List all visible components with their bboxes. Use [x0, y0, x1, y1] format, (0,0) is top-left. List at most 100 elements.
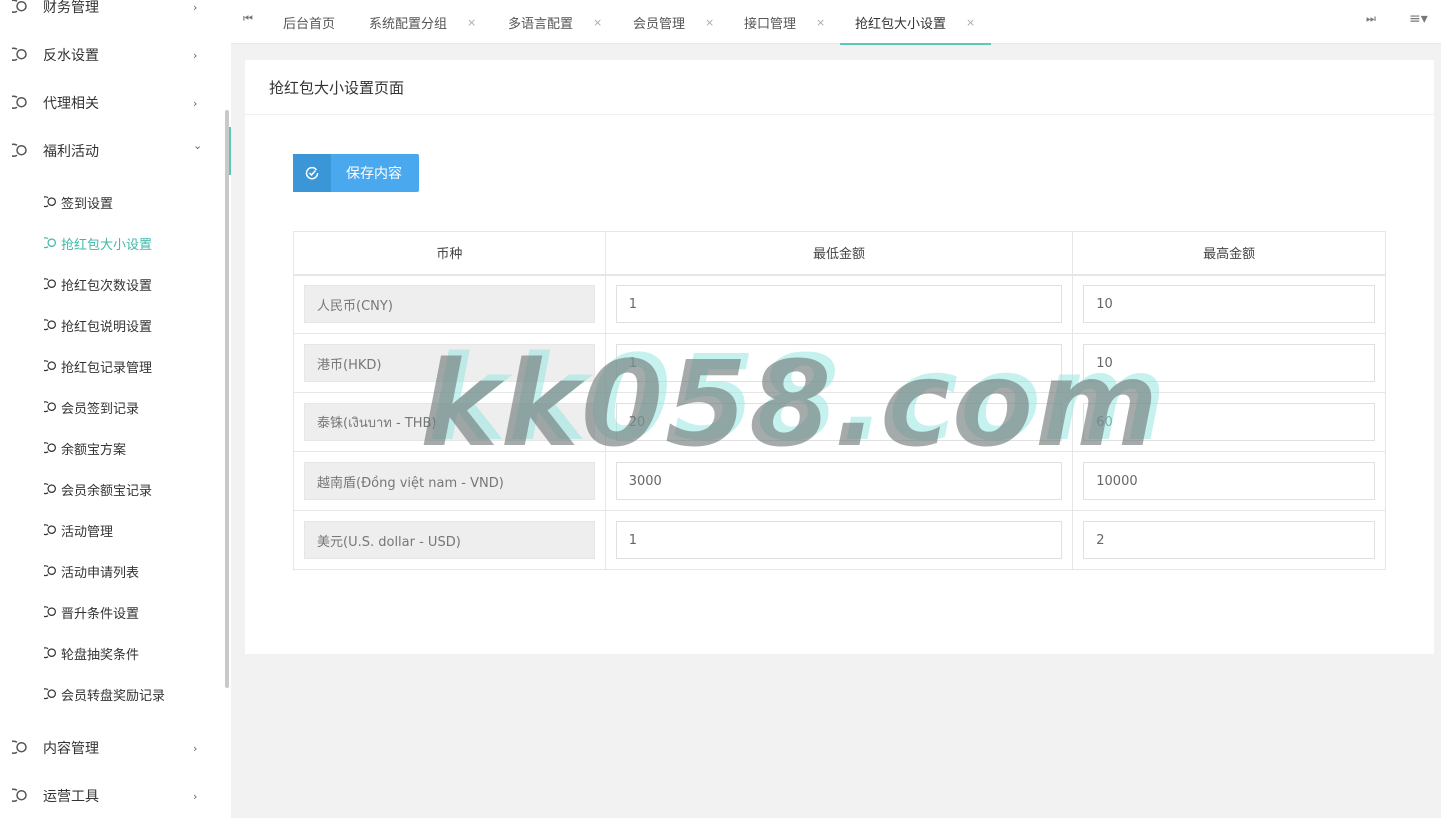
sidebar-item-label: 轮盘抽奖条件	[61, 648, 140, 663]
tab-scroll-left-icon[interactable]: ⏮	[243, 12, 253, 26]
tab-label: 会员管理	[633, 16, 686, 32]
sidebar-item-member-signin-log[interactable]: 会员签到记录	[0, 387, 225, 428]
sidebar-item-label: 活动管理	[61, 525, 114, 540]
circle-icon	[44, 523, 56, 535]
sidebar-item-label: 抢红包大小设置	[61, 238, 153, 253]
min-amount-input[interactable]: 1	[615, 521, 1063, 559]
sidebar-item-yuebao-plan[interactable]: 余额宝方案	[0, 428, 225, 469]
circle-icon	[44, 564, 56, 576]
max-amount-input[interactable]: 60	[1083, 403, 1375, 441]
sidebar-scrollbar[interactable]	[225, 110, 229, 688]
circle-icon	[44, 318, 56, 330]
max-amount-input[interactable]: 10	[1083, 285, 1375, 324]
currency-field: 港币(HKD)	[304, 344, 595, 382]
tab-redpacket-size[interactable]: 抢红包大小设置 ×	[839, 0, 992, 45]
tab-menu-icon[interactable]: ≡▾	[1409, 11, 1428, 27]
tab-language[interactable]: 多语言配置 ×	[508, 0, 602, 44]
close-icon[interactable]: ×	[593, 16, 602, 29]
chevron-right-icon: ›	[193, 96, 198, 110]
sidebar-item-redpacket-desc[interactable]: 抢红包说明设置	[0, 305, 225, 346]
sidebar-item-label: 会员余额宝记录	[61, 484, 153, 499]
table-row: 美元(U.S. dollar - USD) 1 2	[293, 510, 1386, 570]
chevron-down-icon: ⌄	[193, 139, 203, 152]
circle-icon	[44, 687, 56, 699]
tab-member[interactable]: 会员管理 ×	[633, 0, 714, 44]
sidebar-item-signin[interactable]: 签到设置	[0, 182, 225, 223]
table-row: 越南盾(Đồng việt nam - VND) 3000 10000	[293, 451, 1386, 511]
circle-icon	[44, 277, 56, 289]
circle-icon	[44, 236, 56, 248]
circle-icon	[44, 646, 56, 658]
currency-field: 人民币(CNY)	[304, 285, 595, 324]
table-header-row: 币种 最低金额 最高金额	[293, 231, 1386, 276]
sidebar-item-yuebao-log[interactable]: 会员余额宝记录	[0, 469, 225, 510]
tab-label: 抢红包大小设置	[855, 16, 947, 32]
column-header-min: 最低金额	[604, 231, 1074, 276]
sidebar-item-activity-manage[interactable]: 活动管理	[0, 510, 225, 551]
circle-icon	[12, 788, 27, 802]
sidebar-item-activity-apply[interactable]: 活动申请列表	[0, 551, 225, 592]
min-amount-input[interactable]: 1	[615, 285, 1063, 324]
currency-field: 泰铢(เงินบาท - THB)	[304, 403, 595, 441]
chevron-right-icon: ›	[193, 0, 198, 14]
tab-bar: ⏮ 后台首页 系统配置分组 × 多语言配置 × 会员管理 × 接口管理 × 抢红…	[231, 0, 1441, 45]
menu-label: 福利活动	[43, 144, 99, 160]
chevron-right-icon: ›	[193, 741, 198, 755]
sidebar-item-redpacket-log[interactable]: 抢红包记录管理	[0, 346, 225, 387]
circle-icon	[44, 195, 56, 207]
column-header-max: 最高金额	[1072, 231, 1386, 276]
menu-finance[interactable]: 财务管理 ›	[0, 0, 225, 31]
sidebar-item-wheel-reward-log[interactable]: 会员转盘奖励记录	[0, 674, 225, 715]
circle-icon	[44, 359, 56, 371]
max-amount-input[interactable]: 2	[1083, 521, 1375, 559]
sidebar-item-label: 活动申请列表	[61, 566, 140, 581]
menu-label: 反水设置	[43, 48, 99, 64]
menu-rebate[interactable]: 反水设置 ›	[0, 31, 225, 79]
menu-content[interactable]: 内容管理 ›	[0, 724, 225, 772]
close-icon[interactable]: ×	[816, 16, 825, 29]
circle-icon	[12, 740, 27, 754]
max-amount-input[interactable]: 10	[1083, 344, 1375, 382]
circle-icon	[44, 482, 56, 494]
table-row: 人民币(CNY) 1 10	[293, 274, 1386, 334]
menu-agent[interactable]: 代理相关 ›	[0, 79, 225, 127]
menu-label: 运营工具	[43, 789, 99, 805]
tab-label: 后台首页	[283, 16, 336, 32]
tab-config-group[interactable]: 系统配置分组 ×	[369, 0, 476, 44]
currency-field: 越南盾(Đồng việt nam - VND)	[304, 462, 595, 500]
currency-field: 美元(U.S. dollar - USD)	[304, 521, 595, 559]
menu-operations[interactable]: 运营工具 ›	[0, 772, 225, 818]
sidebar-item-label: 抢红包说明设置	[61, 320, 153, 335]
content-card: 抢红包大小设置页面 保存内容 币种 最低金额 最高金额 人民币(CNY) 1 1…	[245, 60, 1434, 654]
menu-label: 内容管理	[43, 741, 99, 757]
sidebar-item-wheel-condition[interactable]: 轮盘抽奖条件	[0, 633, 225, 674]
close-icon[interactable]: ×	[705, 16, 714, 29]
sidebar-item-redpacket-size[interactable]: 抢红包大小设置	[0, 223, 225, 264]
column-header-currency: 币种	[293, 231, 606, 276]
sidebar-item-label: 会员转盘奖励记录	[61, 689, 166, 704]
tab-scroll-right-icon[interactable]: ⏭	[1366, 12, 1376, 26]
save-button-label: 保存内容	[346, 166, 402, 182]
page-title: 抢红包大小设置页面	[245, 60, 1434, 115]
circle-icon	[12, 0, 27, 13]
sidebar-item-label: 抢红包记录管理	[61, 361, 153, 376]
tab-interface[interactable]: 接口管理 ×	[744, 0, 825, 44]
circle-icon	[44, 400, 56, 412]
menu-welfare[interactable]: 福利活动 ⌄	[0, 127, 231, 175]
tab-home[interactable]: 后台首页	[283, 0, 335, 44]
min-amount-input[interactable]: 3000	[615, 462, 1063, 500]
close-icon[interactable]: ×	[966, 16, 975, 29]
table-row: 泰铢(เงินบาท - THB) 20 60	[293, 392, 1386, 452]
circle-icon	[12, 143, 27, 157]
sidebar-item-label: 抢红包次数设置	[61, 279, 153, 294]
chevron-right-icon: ›	[193, 48, 198, 62]
sidebar-item-redpacket-count[interactable]: 抢红包次数设置	[0, 264, 225, 305]
sidebar-item-promotion[interactable]: 晋升条件设置	[0, 592, 225, 633]
min-amount-input[interactable]: 20	[615, 403, 1063, 441]
save-button[interactable]: 保存内容	[293, 154, 419, 192]
min-amount-input[interactable]: 1	[615, 344, 1063, 382]
close-icon[interactable]: ×	[467, 16, 476, 29]
table-row: 港币(HKD) 1 10	[293, 333, 1386, 393]
sidebar: 财务管理 › 反水设置 › 代理相关 › 福利活动 ⌄ 签到设置 抢红包大小设置…	[0, 0, 231, 818]
max-amount-input[interactable]: 10000	[1083, 462, 1375, 500]
